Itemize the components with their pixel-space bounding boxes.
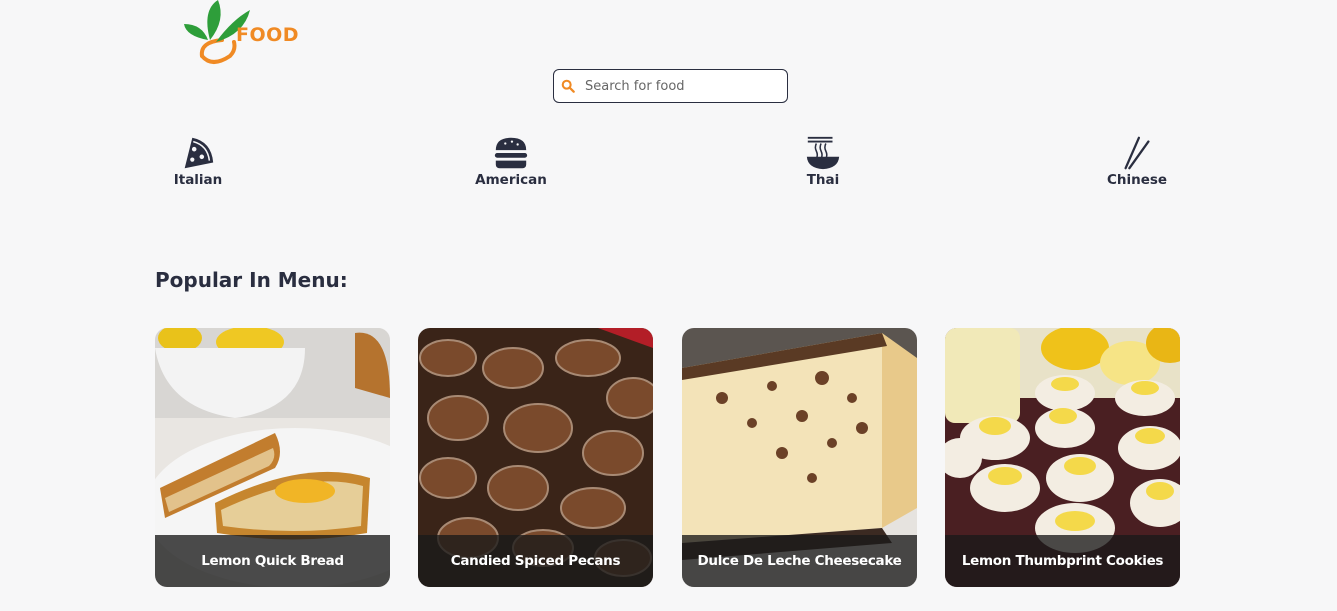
noodle-bowl-icon (806, 136, 840, 170)
brand-name: FOOD (236, 24, 300, 46)
pizza-slice-icon (184, 137, 214, 169)
cuisine-thai[interactable]: Thai (773, 134, 873, 188)
cuisine-label: Chinese (1106, 172, 1168, 188)
card-title: Dulce De Leche Cheesecake (682, 535, 917, 587)
chopsticks-icon (1124, 136, 1150, 170)
burger-icon (494, 137, 528, 169)
search-bar[interactable] (553, 69, 788, 103)
section-title: Popular In Menu: (155, 268, 348, 292)
menu-card[interactable]: Lemon Thumbprint Cookies (945, 328, 1180, 587)
cuisine-label: American (475, 172, 547, 188)
cuisine-american[interactable]: American (461, 134, 561, 188)
menu-card[interactable]: Dulce De Leche Cheesecake (682, 328, 917, 587)
card-title: Lemon Quick Bread (155, 535, 390, 587)
cuisine-label: Italian (173, 172, 223, 188)
cuisine-italian[interactable]: Italian (148, 134, 248, 188)
cuisine-chinese[interactable]: Chinese (1087, 134, 1187, 188)
search-icon (561, 79, 575, 93)
card-title: Lemon Thumbprint Cookies (945, 535, 1180, 587)
card-title: Candied Spiced Pecans (418, 535, 653, 587)
menu-card[interactable]: Lemon Quick Bread (155, 328, 390, 587)
cuisine-label: Thai (806, 172, 840, 188)
menu-card[interactable]: Candied Spiced Pecans (418, 328, 653, 587)
search-input[interactable] (583, 77, 777, 95)
